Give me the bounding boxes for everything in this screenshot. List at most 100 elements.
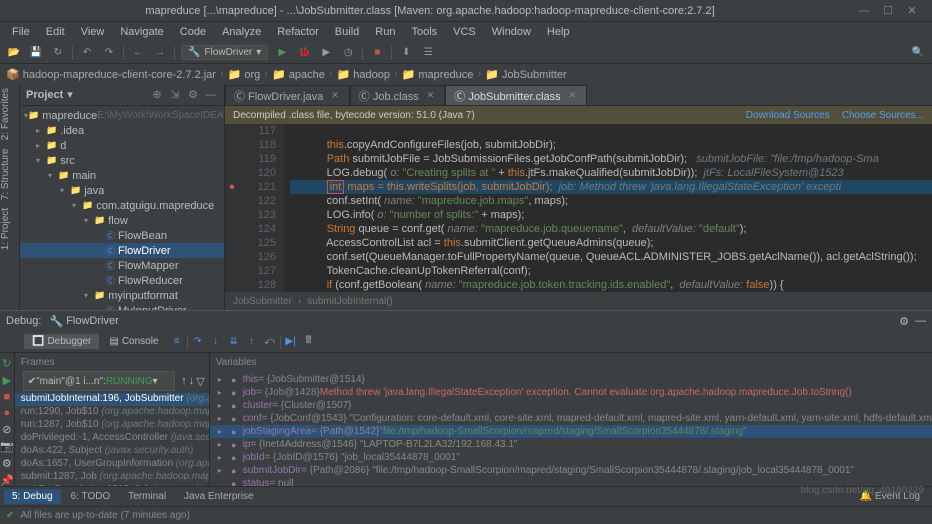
tree-item[interactable]: ▾📁myinputformat xyxy=(20,288,224,303)
var-row[interactable]: ▸●jobId = {JobID@1576} "job_local3544487… xyxy=(210,451,932,464)
choose-sources-link[interactable]: Choose Sources... xyxy=(842,110,924,121)
tree-item[interactable]: ⒸMyInputDriver xyxy=(20,303,224,310)
var-row[interactable]: ▸●conf = {JobConf@1543} "Configuration: … xyxy=(210,412,932,425)
code-line[interactable]: LOG.info( o: "number of splits:" + maps)… xyxy=(290,208,932,222)
step-into-icon[interactable]: ↓ xyxy=(208,334,224,350)
pin-icon[interactable]: 📌 xyxy=(0,474,14,486)
target-icon[interactable]: ⊕ xyxy=(150,88,164,101)
next-frame-icon[interactable]: ↓ xyxy=(189,375,195,387)
menu-navigate[interactable]: Navigate xyxy=(114,24,169,40)
bottom-tab[interactable]: Terminal xyxy=(120,489,174,504)
tree-item[interactable]: ▾📁mapreduce E:\MyWork\WorkSpaceIDEA\mapr… xyxy=(20,108,224,123)
undo-icon[interactable]: ↶ xyxy=(79,45,95,61)
collapse-icon[interactable]: ⇲ xyxy=(168,88,182,101)
var-row[interactable]: ▸●job = {Job@1428} Method threw 'java.la… xyxy=(210,386,932,399)
prev-frame-icon[interactable]: ↑ xyxy=(181,375,187,387)
project-side-tab[interactable]: 1: Project xyxy=(0,208,18,250)
var-row[interactable]: ▸●this = {JobSubmitter@1514} xyxy=(210,373,932,386)
breakpoints-icon[interactable]: ● xyxy=(4,407,11,419)
tree-item[interactable]: ▾📁main xyxy=(20,168,224,183)
frame-row[interactable]: submit:1287, Job (org.apache.hadoop.mapr… xyxy=(15,471,209,484)
structure-side-tab[interactable]: 7: Structure xyxy=(0,148,18,200)
debugger-tab[interactable]: 🔳 Debugger xyxy=(24,334,99,349)
menu-build[interactable]: Build xyxy=(329,24,365,40)
search-icon[interactable]: 🔍 xyxy=(910,45,926,61)
tree-item[interactable]: ▾📁java xyxy=(20,183,224,198)
resume-icon[interactable]: ▶ xyxy=(3,374,11,387)
menu-tools[interactable]: Tools xyxy=(405,24,443,40)
favorites-side-tab[interactable]: 2: Favorites xyxy=(0,88,18,140)
close-tab-icon[interactable]: ✕ xyxy=(427,90,435,101)
run-config-select[interactable]: 🔧 FlowDriver ▾ xyxy=(181,45,268,60)
gear-icon[interactable]: ⚙ xyxy=(186,88,200,101)
var-row[interactable]: ▸●ip = {Inet4Address@1546} "LAPTOP-B7L2L… xyxy=(210,438,932,451)
open-icon[interactable]: 📂 xyxy=(6,45,22,61)
frame-row[interactable]: waitForCompletion:1308, Job (org.apache.… xyxy=(15,484,209,486)
mute-bp-icon[interactable]: ⊘ xyxy=(2,423,11,436)
step-out-icon[interactable]: ↑ xyxy=(244,334,260,350)
stop-debug-icon[interactable]: ■ xyxy=(4,391,11,403)
tree-item[interactable]: ▾📁com.atguigu.mapreduce xyxy=(20,198,224,213)
breadcrumb-item[interactable]: 📁 mapreduce xyxy=(402,68,474,81)
editor-tab[interactable]: Ⓒ Job.class✕ xyxy=(350,85,445,105)
tree-item[interactable]: ⒸFlowBean xyxy=(20,228,224,243)
vcs-icon[interactable]: ⬇ xyxy=(398,45,414,61)
code-line[interactable] xyxy=(290,124,932,138)
structure-icon[interactable]: ☰ xyxy=(420,45,436,61)
save-icon[interactable]: 💾 xyxy=(28,45,44,61)
evaluate-icon[interactable]: 🖩 xyxy=(301,334,317,350)
tree-item[interactable]: ▸📁.idea xyxy=(20,123,224,138)
tree-item[interactable]: ▾📁flow xyxy=(20,213,224,228)
crumb-class[interactable]: JobSubmitter xyxy=(233,296,292,307)
menu-window[interactable]: Window xyxy=(486,24,537,40)
menu-view[interactable]: View xyxy=(75,24,111,40)
code-line[interactable]: LOG.debug( o: "Creating splits at " + th… xyxy=(290,166,932,180)
code-line[interactable]: AccessControlList acl = this.submitClien… xyxy=(290,236,932,250)
breadcrumb-item[interactable]: 📁 apache xyxy=(272,68,325,81)
tree-item[interactable]: ⒸFlowReducer xyxy=(20,273,224,288)
frame-row[interactable]: run:1290, Job$10 (org.apache.hadoop.mapr… xyxy=(15,406,209,419)
debug-gear-icon[interactable]: ⚙ xyxy=(899,315,909,328)
bottom-tab[interactable]: Java Enterprise xyxy=(176,489,261,504)
code-line[interactable]: String queue = conf.get( name: "mapreduc… xyxy=(290,222,932,236)
editor-tab[interactable]: Ⓒ JobSubmitter.class✕ xyxy=(445,85,587,105)
forward-icon[interactable]: → xyxy=(152,45,168,61)
menu-help[interactable]: Help xyxy=(541,24,576,40)
code-line[interactable]: if (conf.getBoolean( name: "mapreduce.jo… xyxy=(290,278,932,292)
code-line[interactable]: int maps = this.writeSplits(job, submitJ… xyxy=(290,180,932,194)
menu-edit[interactable]: Edit xyxy=(40,24,71,40)
tree-item[interactable]: ⒸFlowMapper xyxy=(20,258,224,273)
code-line[interactable]: this.copyAndConfigureFiles(job, submitJo… xyxy=(290,138,932,152)
var-row[interactable]: ▸●cluster = {Cluster@1507} xyxy=(210,399,932,412)
menu-code[interactable]: Code xyxy=(174,24,212,40)
run-icon[interactable]: ▶ xyxy=(274,45,290,61)
var-row[interactable]: ▸●submitJobDir = {Path@2086} "file:/tmp/… xyxy=(210,464,932,477)
profile-icon[interactable]: ◷ xyxy=(340,45,356,61)
coverage-icon[interactable]: ▶ xyxy=(318,45,334,61)
tree-item[interactable]: ⒸFlowDriver xyxy=(20,243,224,258)
maximize-icon[interactable]: ☐ xyxy=(876,4,900,17)
breadcrumb-item[interactable]: 📁 org xyxy=(228,68,261,81)
breadcrumb-item[interactable]: 📁 hadoop xyxy=(336,68,389,81)
close-tab-icon[interactable]: ✕ xyxy=(569,90,577,101)
close-icon[interactable]: ✕ xyxy=(900,4,924,17)
threads-icon[interactable]: ≡ xyxy=(169,334,185,350)
stop-icon[interactable]: ■ xyxy=(369,45,385,61)
frame-row[interactable]: submitJobInternal:196, JobSubmitter (org… xyxy=(15,393,209,406)
frame-row[interactable]: doAs:1657, UserGroupInformation (org.apa… xyxy=(15,458,209,471)
tree-item[interactable]: ▾📁src xyxy=(20,153,224,168)
tree-item[interactable]: ▸📁d xyxy=(20,138,224,153)
thread-select[interactable]: ✔ "main"@1 i...n": RUNNING ▾ xyxy=(23,371,176,391)
drop-frame-icon[interactable]: ⤺ xyxy=(262,334,278,350)
rerun-icon[interactable]: ↻ xyxy=(2,357,11,370)
run-to-cursor-icon[interactable]: ▶| xyxy=(283,334,299,350)
frame-row[interactable]: doAs:422, Subject (javax.security.auth) xyxy=(15,445,209,458)
hide-icon[interactable]: — xyxy=(204,89,218,101)
force-step-icon[interactable]: ⇊ xyxy=(226,334,242,350)
code-line[interactable]: TokenCache.cleanUpTokenReferral(conf); xyxy=(290,264,932,278)
step-over-icon[interactable]: ↷ xyxy=(190,334,206,350)
menu-run[interactable]: Run xyxy=(369,24,401,40)
crumb-method[interactable]: submitJobInternal() xyxy=(307,296,393,307)
frame-row[interactable]: run:1287, Job$10 (org.apache.hadoop.mapr… xyxy=(15,419,209,432)
breadcrumb-item[interactable]: 📁 JobSubmitter xyxy=(485,68,567,81)
